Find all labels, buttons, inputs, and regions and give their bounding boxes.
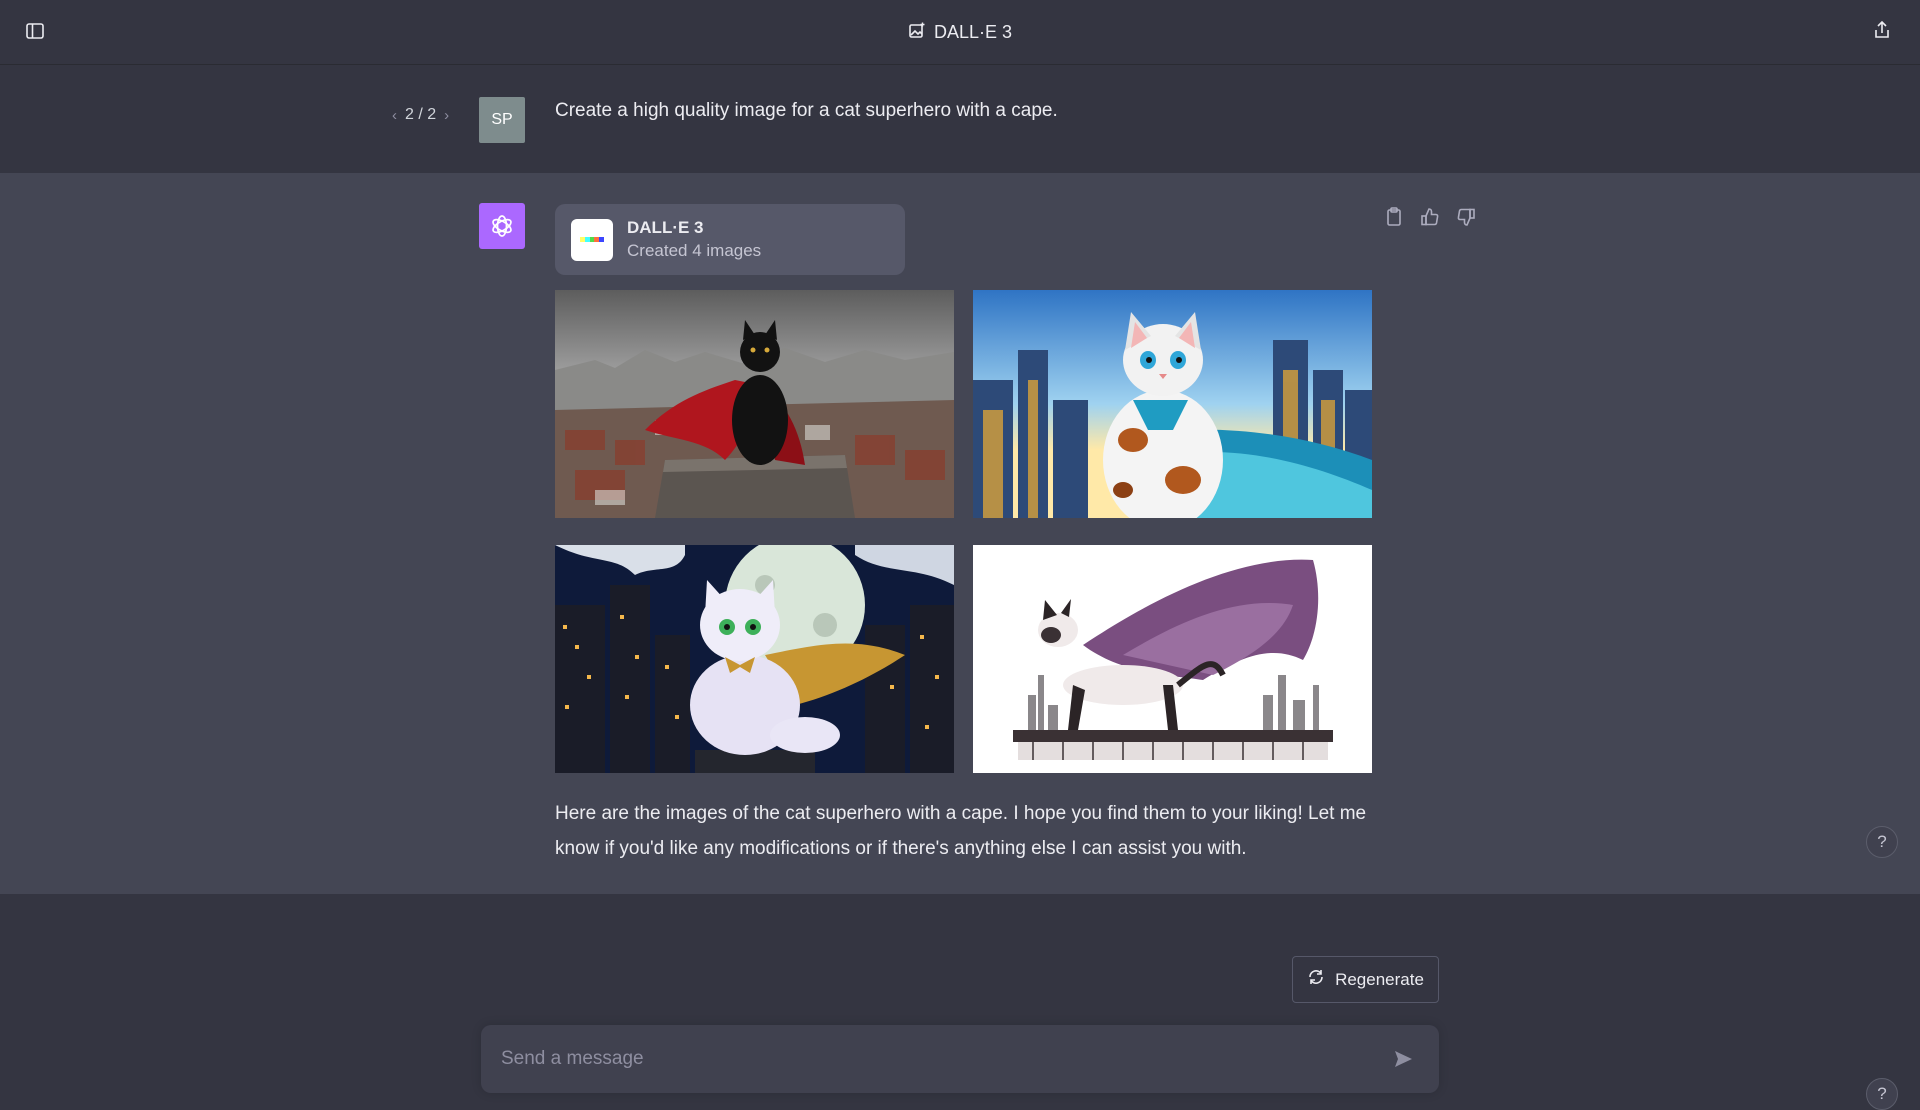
page-title: DALL·E 3 [908,21,1012,44]
help-button[interactable]: ? [1866,826,1898,858]
user-message-text: Create a high quality image for a cat su… [555,100,1058,121]
dalle-tool-card[interactable]: DALL·E 3 Created 4 images [555,204,905,275]
share-icon[interactable] [1868,16,1896,44]
generated-image[interactable] [555,545,954,773]
generated-image[interactable] [973,545,1372,773]
help-button[interactable]: ? [1866,1078,1898,1110]
assistant-avatar [479,203,525,249]
generated-images-grid [555,290,1372,773]
dalle-logo-icon [571,218,613,261]
send-icon[interactable] [1389,1045,1417,1073]
openai-logo-icon [492,215,512,237]
assistant-message-text: Here are the images of the cat superhero… [555,803,1367,859]
copy-icon[interactable] [1383,206,1405,228]
regenerate-button[interactable]: Regenerate [1292,956,1439,1003]
model-name: DALL·E 3 [933,21,1013,42]
generated-image[interactable] [973,290,1372,518]
regenerate-label: Regenerate [1335,969,1424,989]
image-sparkle-icon [908,21,926,44]
user-avatar: SP [479,97,525,143]
thumbs-down-icon[interactable] [1455,206,1477,228]
refresh-icon [1307,968,1325,991]
chevron-right-icon[interactable]: › [444,107,449,124]
message-composer [481,1025,1439,1093]
chevron-left-icon[interactable]: ‹ [392,107,397,124]
thumbs-up-icon[interactable] [1419,206,1441,228]
pager-count: 2 / 2 [405,106,437,123]
top-bar: DALL·E 3 [0,0,1920,65]
sidebar-toggle-icon[interactable] [22,18,48,44]
message-input[interactable] [499,1025,1359,1093]
tool-name: DALL·E 3 [627,218,704,237]
generated-image[interactable] [555,290,954,518]
message-pager: ‹ 2 / 2 › [392,106,449,124]
tool-status: Created 4 images [627,241,762,260]
message-actions [1383,206,1477,228]
